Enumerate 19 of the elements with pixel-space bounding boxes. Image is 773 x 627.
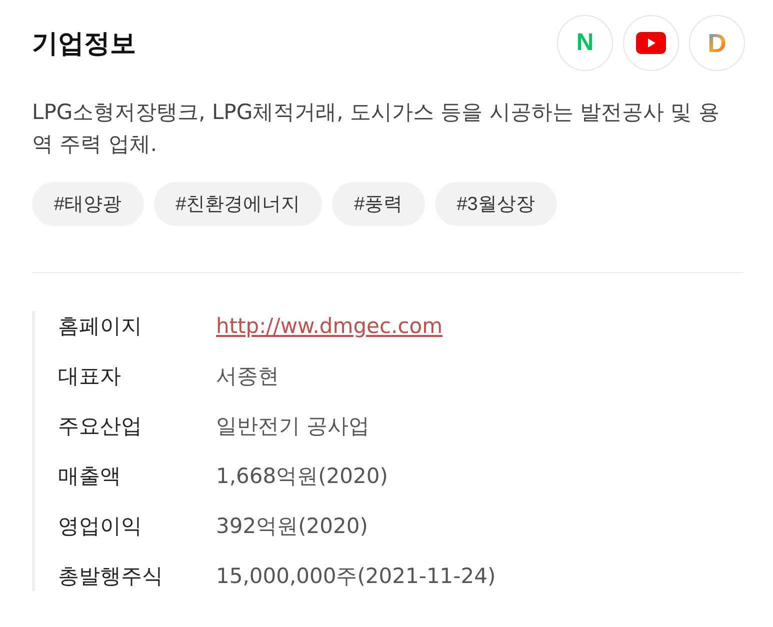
info-label: 대표자	[58, 363, 122, 390]
info-value: 서종현	[216, 363, 279, 390]
info-label: 매출액	[58, 463, 122, 490]
homepage-link[interactable]: http://ww.dmgec.com	[216, 314, 443, 338]
info-label: 주요산업	[58, 413, 143, 440]
hashtag-chip[interactable]: #태양광	[32, 182, 144, 226]
info-label: 홈페이지	[58, 313, 143, 340]
info-value: 1,668억원(2020)	[216, 463, 388, 490]
info-label: 총발행주식	[58, 563, 164, 590]
hashtag-chip[interactable]: #3월상장	[434, 182, 557, 226]
hashtag-chip[interactable]: #풍력	[332, 182, 425, 226]
hashtag-chip[interactable]: #친환경에너지	[154, 182, 322, 226]
section-title: 기업정보	[32, 28, 136, 60]
info-label: 영업이익	[58, 513, 143, 540]
info-value: 392억원(2020)	[216, 513, 368, 540]
play-icon	[636, 32, 666, 54]
info-value: 15,000,000주(2021-11-24)	[216, 563, 496, 590]
company-description: LPG소형저장탱크, LPG체적거래, 도시가스 등을 시공하는 발전공사 및 용역 주력 업체.	[32, 99, 720, 158]
info-value: 일반전기 공사업	[216, 413, 370, 440]
